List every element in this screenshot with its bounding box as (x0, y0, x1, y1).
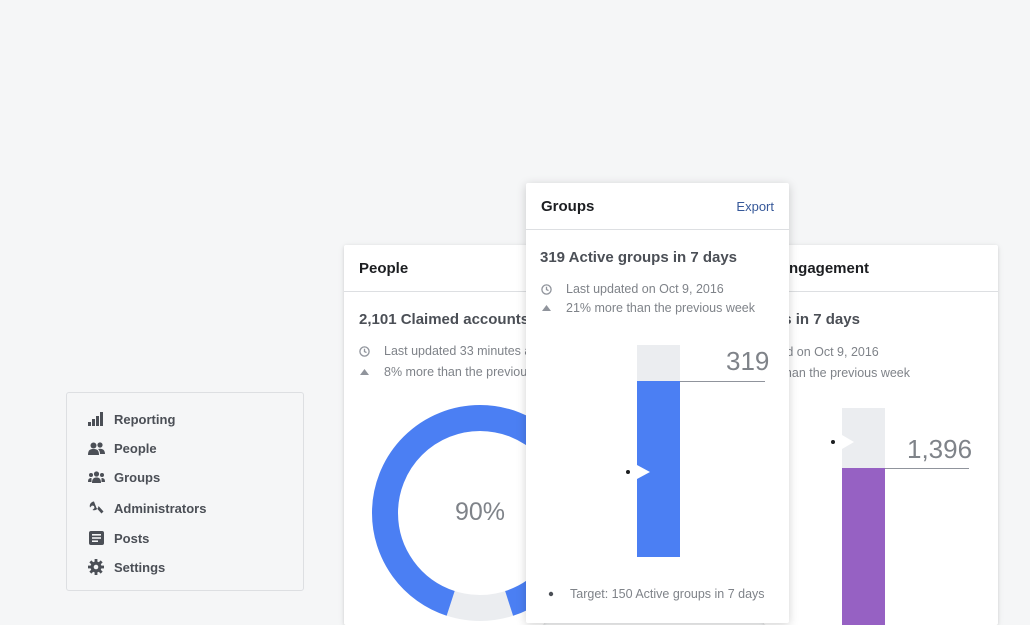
last-updated: Last updated on Oct 9, 2016 (541, 282, 724, 296)
bullet-icon (545, 589, 556, 600)
sidebar-item-label: Settings (114, 559, 166, 575)
people-card: People 2,101 Claimed accounts Last updat… (344, 245, 544, 625)
sidebar-item-reporting[interactable]: Reporting (87, 408, 175, 430)
sidebar-item-label: Posts (114, 530, 150, 546)
donut-percentage: 90% (455, 498, 506, 526)
groups-icon (87, 468, 105, 486)
bar-value-label: 319 (726, 346, 770, 376)
clock-icon (541, 283, 552, 295)
sidebar-item-administrators[interactable]: Administrators (87, 497, 206, 519)
sidebar-item-label: Groups (114, 469, 161, 485)
value-rule (680, 381, 765, 382)
clock-icon (359, 345, 370, 357)
card-header: Groups Export (526, 183, 789, 230)
card-metric: 2,101 Claimed accounts (359, 311, 530, 328)
weekly-change-text: 21% more than the previous week (566, 301, 755, 315)
admin-sidebar: Reporting People Groups Administrators P… (66, 392, 304, 591)
bar-track (637, 345, 680, 381)
sidebar-item-people[interactable]: People (87, 437, 157, 459)
engagement-card: Engagement 1,396 Posts in 7 days Last up… (764, 245, 998, 625)
triangle-up-icon (359, 367, 370, 378)
last-updated-text: Last updated on Oct 9, 2016 (566, 282, 724, 296)
gear-icon (87, 558, 105, 576)
posts-bar (842, 468, 885, 625)
sidebar-item-label: Administrators (114, 500, 207, 516)
sidebar-item-groups[interactable]: Groups (87, 466, 160, 488)
posts-icon (87, 529, 105, 547)
groups-card: Groups Export 319 Active groups in 7 day… (526, 183, 789, 623)
people-icon (87, 439, 105, 457)
card-title: People (359, 260, 409, 277)
sidebar-item-label: Reporting (114, 411, 176, 427)
bar-chart-icon (87, 410, 105, 428)
card-title: Groups (541, 198, 595, 215)
card-title: Engagement (779, 260, 870, 277)
sidebar-item-label: People (114, 440, 157, 456)
weekly-change-text: 8% more than the previous week (384, 365, 544, 379)
target-note: Target: 150 Active groups in 7 days (545, 587, 765, 601)
target-marker (831, 435, 854, 449)
card-header: People (344, 245, 544, 292)
target-marker (626, 465, 650, 479)
export-link[interactable]: Export (736, 199, 774, 214)
last-updated: Last updated 33 minutes ago (359, 344, 544, 358)
triangle-up-icon (541, 303, 552, 314)
sidebar-item-posts[interactable]: Posts (87, 527, 149, 549)
target-note-text: Target: 150 Active groups in 7 days (570, 587, 765, 601)
last-updated-text: Last updated 33 minutes ago (384, 344, 544, 358)
value-rule (885, 468, 969, 469)
wrench-icon (87, 499, 105, 517)
weekly-change: 21% more than the previous week (541, 301, 755, 315)
card-header: Engagement (764, 245, 998, 292)
weekly-change: 8% more than the previous week (359, 365, 544, 379)
bar-value-label: 1,396 (907, 434, 973, 464)
sidebar-item-settings[interactable]: Settings (87, 556, 165, 578)
card-metric: 319 Active groups in 7 days (540, 249, 738, 266)
